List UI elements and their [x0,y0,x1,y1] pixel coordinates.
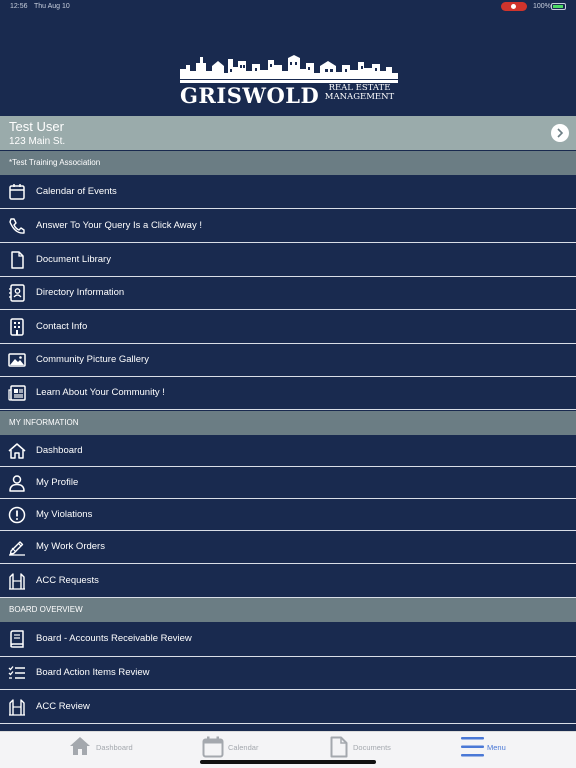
skyline-icon [180,55,398,83]
user-address: 123 Main St. [9,136,66,147]
menu-item-dashboard[interactable]: Dashboard [0,435,576,467]
acc-icon [9,698,25,716]
tab-label: Calendar [228,743,259,752]
menu-item-label: Answer To Your Query Is a Click Away ! [36,219,202,231]
menu-item-document-library[interactable]: Document Library [0,243,576,277]
menu-item-my-work-orders[interactable]: My Work Orders [0,531,576,564]
menu-item-directory-information[interactable]: Directory Information [0,277,576,310]
tab-calendar[interactable]: Calendar [202,732,262,762]
menu-item-community-picture-gallery[interactable]: Community Picture Gallery [0,344,576,377]
tab-label: Documents [353,743,391,752]
menu-item-answer-query[interactable]: Answer To Your Query Is a Click Away ! [0,209,576,243]
menu-item-calendar-of-events[interactable]: Calendar of Events [0,175,576,209]
home-icon [70,737,90,755]
home-indicator[interactable] [200,760,376,764]
menu-item-label: Board - Accounts Receivable Review [36,633,192,644]
menu-item-board-accounts-receivable[interactable]: Board - Accounts Receivable Review [0,622,576,657]
menu-item-label: Calendar of Events [36,185,117,197]
griswold-logo: GRISWOLD REAL ESTATE MANAGEMENT [180,55,398,108]
phone-icon [9,217,25,234]
battery-percent: 100% [533,3,551,10]
menu-item-label: Board Action Items Review [36,667,150,678]
menu-item-label: ACC Review [36,700,90,712]
logo-subtitle: REAL ESTATE MANAGEMENT [321,84,398,102]
checklist-icon [8,666,25,679]
menu-item-label: Contact Info [36,320,88,332]
my-information-header: MY INFORMATION [0,411,576,435]
document-icon [11,250,24,269]
building-icon [10,317,24,336]
logo-brand: GRISWOLD [180,83,320,108]
alert-circle-icon [8,506,26,523]
menu-item-label: My Violations [36,508,93,520]
menu-item-label: Community Picture Gallery [36,354,149,365]
status-time: 12:56 [10,3,28,10]
book-icon [10,630,24,648]
menu-item-acc-requests[interactable]: ACC Requests [0,564,576,598]
tab-dashboard[interactable]: Dashboard [69,732,139,762]
menu-item-label: My Profile [36,476,79,488]
menu-item-label: My Work Orders [36,541,105,552]
tab-label: Menu [487,743,506,752]
menu-item-my-violations[interactable]: My Violations [0,499,576,531]
person-icon [9,474,25,492]
contact-card-icon [9,284,25,302]
tab-documents[interactable]: Documents [330,732,394,762]
calendar-icon [202,736,224,758]
menu-item-contact-info[interactable]: Contact Info [0,310,576,344]
document-icon [330,736,348,758]
screen-record-icon [501,2,527,11]
menu-item-learn-about-community[interactable]: Learn About Your Community ! [0,377,576,410]
newspaper-icon [8,385,26,401]
association-header: *Test Training Association [0,151,576,175]
menu-item-label: Document Library [36,253,111,265]
board-overview-header: BOARD OVERVIEW [0,598,576,622]
menu-item-label: ACC Requests [36,574,99,586]
logo-subtitle-line2: MANAGEMENT [324,92,395,102]
calendar-icon [9,183,25,200]
status-bar: 12:56 Thu Aug 10 100% [0,0,576,14]
chevron-right-icon[interactable] [551,124,569,142]
acc-icon [9,572,25,590]
user-name: Test User [9,119,64,134]
tab-label: Dashboard [96,743,133,752]
menu-item-acc-review[interactable]: ACC Review [0,690,576,724]
user-profile-bar[interactable]: Test User 123 Main St. [0,116,576,150]
menu-item-label: Dashboard [36,444,83,456]
menu-item-my-profile[interactable]: My Profile [0,467,576,499]
menu-icon [461,737,484,757]
pencil-icon [9,541,25,556]
battery-icon [551,3,566,10]
tab-menu[interactable]: Menu [461,732,511,762]
menu-item-board-action-items[interactable]: Board Action Items Review [0,657,576,690]
image-icon [8,353,26,367]
menu-item-label: Directory Information [36,287,125,298]
home-icon [8,442,26,459]
menu-item-label: Learn About Your Community ! [36,387,165,398]
status-date: Thu Aug 10 [34,3,70,10]
